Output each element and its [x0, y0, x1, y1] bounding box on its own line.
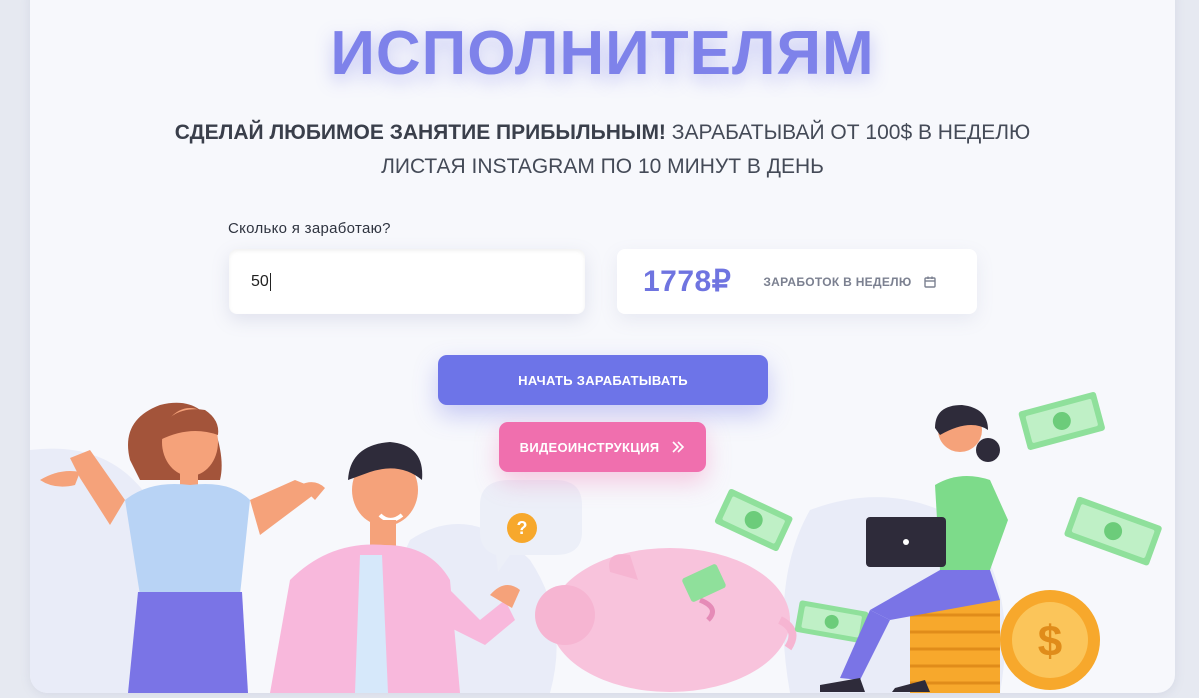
earnings-question-label: Сколько я заработаю?: [228, 220, 391, 237]
hours-input[interactable]: 50: [229, 249, 585, 314]
subtitle-line-2: ЛИСТАЯ INSTAGRAM ПО 10 МИНУТ В ДЕНЬ: [381, 155, 824, 178]
subtitle-bold: СДЕЛАЙ ЛЮБИМОЕ ЗАНЯТИЕ ПРИБЫЛЬНЫМ!: [174, 121, 666, 144]
question-mark-icon: ?: [517, 518, 528, 538]
start-earning-label: НАЧАТЬ ЗАРАБАТЫВАТЬ: [518, 372, 688, 388]
hero-card: ? $ ИСПОЛНИТЕЛЯМ СДЕЛАЙ ЛЮБИМОЕ ЗАНЯТИЕ …: [30, 0, 1175, 693]
hero-subtitle: СДЕЛАЙ ЛЮБИМОЕ ЗАНЯТИЕ ПРИБЫЛЬНЫМ! ЗАРАБ…: [30, 116, 1175, 184]
earnings-result: 1778₽ ЗАРАБОТОК В НЕДЕЛЮ: [617, 249, 977, 314]
earnings-period-label: ЗАРАБОТОК В НЕДЕЛЮ: [763, 274, 912, 289]
subtitle-rest: ЗАРАБАТЫВАЙ ОТ 100$ В НЕДЕЛЮ: [665, 121, 1031, 144]
video-instruction-label: ВИДЕОИНСТРУКЦИЯ: [519, 439, 660, 455]
video-instruction-button[interactable]: ВИДЕОИНСТРУКЦИЯ: [499, 422, 706, 472]
calendar-icon: [923, 276, 936, 288]
text-caret: [269, 272, 271, 291]
subtitle-line-1: СДЕЛАЙ ЛЮБИМОЕ ЗАНЯТИЕ ПРИБЫЛЬНЫМ! ЗАРАБ…: [30, 116, 1175, 150]
dollar-coin-icon: $: [1038, 617, 1062, 666]
piggy-bank-figure: [535, 548, 797, 692]
start-earning-button[interactable]: НАЧАТЬ ЗАРАБАТЫВАТЬ: [438, 355, 768, 405]
page-title: ИСПОЛНИТЕЛЯМ: [330, 19, 875, 88]
hours-input-value: 50: [251, 272, 269, 290]
hero-illustration: ? $: [30, 391, 1162, 693]
double-chevron-right-icon: [672, 441, 685, 453]
earnings-value: 1778₽: [643, 265, 732, 298]
